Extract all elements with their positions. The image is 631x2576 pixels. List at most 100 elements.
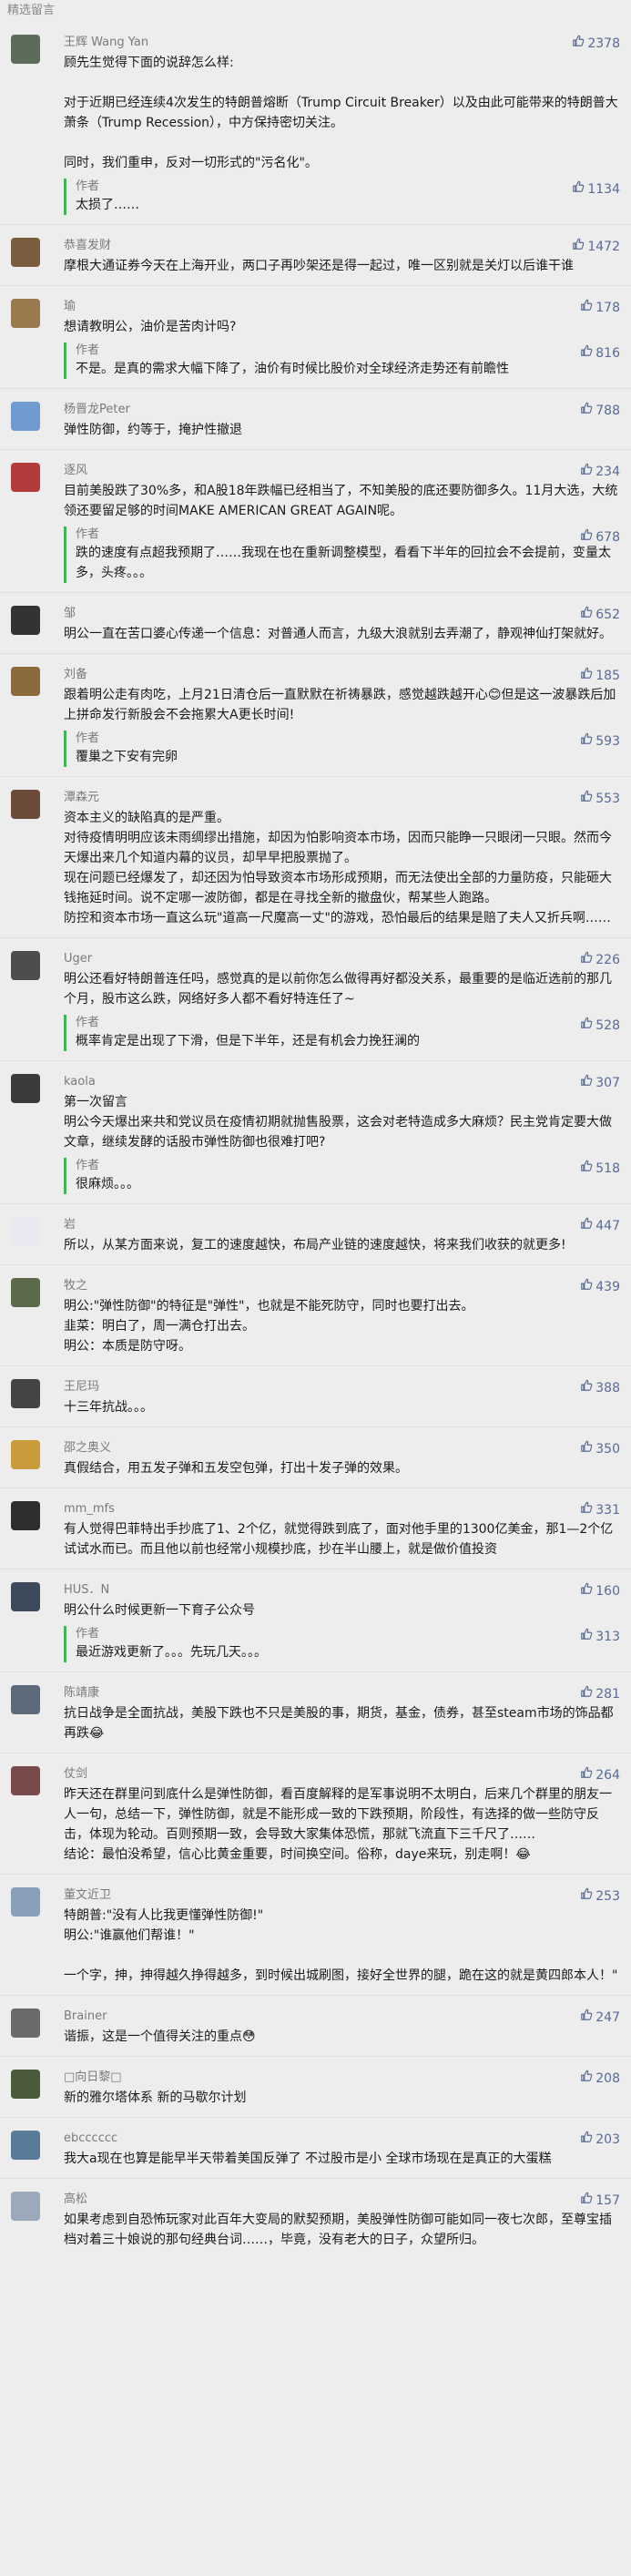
like-button[interactable]: 247	[580, 2009, 620, 2026]
avatar[interactable]	[11, 2070, 40, 2099]
avatar[interactable]	[11, 238, 40, 267]
like-button[interactable]: 203	[580, 2131, 620, 2148]
reply-like-button[interactable]: 816	[580, 344, 620, 362]
thumbs-up-icon	[580, 1887, 593, 1905]
avatar[interactable]	[11, 606, 40, 635]
avatar[interactable]	[11, 1217, 40, 1246]
like-button[interactable]: 281	[580, 1685, 620, 1702]
avatar[interactable]	[11, 1685, 40, 1714]
commenter-name: ebcccccc	[64, 2131, 118, 2145]
commenter-name: 牧之	[64, 1279, 88, 1293]
avatar[interactable]	[11, 299, 40, 328]
like-button[interactable]: 185	[580, 667, 620, 684]
comment-item: 逐风 234 目前美股跌了30%多，和A股18年跌幅已经相当了，不知美股的底还要防御…	[0, 449, 631, 592]
like-button[interactable]: 264	[580, 1766, 620, 1784]
reply-author-label: 作者	[76, 731, 100, 745]
like-button[interactable]: 226	[580, 951, 620, 968]
comment-item: 仗剑 264 昨天还在群里问到底什么是弹性防御，看百度解释的是军事说明不太明白，后来…	[0, 1753, 631, 1874]
comment-text: 特朗普:"没有人比我更懂弹性防御!" 明公:"谁赢他们帮谁！" 一个字，抻，抻得…	[64, 1908, 618, 1983]
reply-text: 覆巢之下安有完卵	[76, 750, 178, 764]
comment-text: 真假结合，用五发子弹和五发空包弹，打出十发子弹的效果。	[64, 1461, 408, 1476]
reply-like-button[interactable]: 313	[580, 1628, 620, 1645]
commenter-name: 王辉 Wang Yan	[64, 36, 149, 49]
avatar[interactable]	[11, 2009, 40, 2038]
like-button[interactable]: 157	[580, 2192, 620, 2209]
like-count: 2378	[587, 36, 620, 51]
reply-author-label: 作者	[76, 1627, 100, 1641]
like-button[interactable]: 652	[580, 606, 620, 623]
commenter-name: kaola	[64, 1075, 96, 1089]
like-button[interactable]: 388	[580, 1379, 620, 1396]
reply-like-button[interactable]: 1134	[572, 180, 620, 198]
like-button[interactable]: 331	[580, 1501, 620, 1518]
like-button[interactable]: 2378	[572, 35, 620, 52]
reply-like-button[interactable]: 528	[580, 1017, 620, 1034]
like-button[interactable]: 788	[580, 402, 620, 419]
comment-text: 顾先生觉得下面的说辞怎么样: 对于近期已经连续4次发生的特朗普熔断（Trump …	[64, 56, 618, 170]
avatar[interactable]	[11, 790, 40, 819]
commenter-name: 高松	[64, 2193, 88, 2206]
comment-item: Uger 226 明公还看好特朗普连任吗，感觉真的是以前你怎么做得再好都没关系，最重…	[0, 937, 631, 1060]
thumbs-up-icon	[580, 790, 593, 807]
comment-item: 岩 447 所以，从某方面来说，复工的速度越快，布局产业链的速度越快，将来我们收获的…	[0, 1203, 631, 1264]
like-button[interactable]: 234	[580, 463, 620, 480]
like-count: 178	[595, 300, 620, 315]
avatar[interactable]	[11, 402, 40, 431]
avatar[interactable]	[11, 1379, 40, 1408]
reply-text: 跌的速度有点超我预期了……我现在也在重新调整模型，看看下半年的回拉会不会提前，变…	[76, 546, 611, 580]
like-count: 331	[595, 1502, 620, 1518]
commenter-name: 刘备	[64, 668, 88, 681]
reply-like-button[interactable]: 593	[580, 732, 620, 750]
section-header: 精选留言	[0, 0, 631, 22]
avatar[interactable]	[11, 1074, 40, 1103]
like-button[interactable]: 447	[580, 1217, 620, 1234]
like-button[interactable]: 178	[580, 299, 620, 316]
like-count: 447	[595, 1218, 620, 1233]
comment-text: 我大a现在也算是能早半天带着美国反弹了 不过股市是小 全球市场现在是真正的大蛋糕	[64, 2152, 552, 2166]
commenter-name: 潭森元	[64, 791, 100, 804]
thumbs-up-icon	[580, 1017, 593, 1034]
avatar[interactable]	[11, 1766, 40, 1795]
avatar[interactable]	[11, 1582, 40, 1611]
like-count: 208	[595, 2070, 620, 2086]
avatar[interactable]	[11, 1501, 40, 1530]
like-button[interactable]: 160	[580, 1582, 620, 1600]
avatar[interactable]	[11, 2192, 40, 2221]
commenter-name: Uger	[64, 952, 93, 966]
reply-like-count: 518	[595, 1160, 620, 1176]
like-button[interactable]: 253	[580, 1887, 620, 1905]
like-button[interactable]: 553	[580, 790, 620, 807]
avatar[interactable]	[11, 35, 40, 64]
thumbs-up-icon	[580, 528, 593, 546]
like-count: 264	[595, 1767, 620, 1783]
like-button[interactable]: 439	[580, 1278, 620, 1295]
reply-like-button[interactable]: 678	[580, 528, 620, 546]
like-button[interactable]: 307	[580, 1074, 620, 1091]
comment-text: 资本主义的缺陷真的是严重。 对待疫情明明应该未雨绸缪出措施，却因为怕影响资本市场…	[64, 811, 612, 925]
reply-like-count: 678	[595, 529, 620, 545]
reply-like-count: 528	[595, 1017, 620, 1033]
avatar[interactable]	[11, 1278, 40, 1307]
author-reply: 作者 313 最近游戏更新了。。。先玩几天。。。	[64, 1626, 620, 1662]
avatar[interactable]	[11, 1887, 40, 1917]
reply-like-count: 1134	[587, 181, 620, 197]
comments-page: 精选留言 王辉 Wang Yan 2378 顾先生觉得下面的说辞怎么样: 对于近期已…	[0, 0, 631, 2576]
like-button[interactable]: 1472	[572, 238, 620, 255]
avatar[interactable]	[11, 667, 40, 696]
thumbs-up-icon	[580, 2070, 593, 2087]
avatar[interactable]	[11, 2131, 40, 2160]
commenter-name: 岩	[64, 1218, 76, 1232]
comment-text: 所以，从某方面来说，复工的速度越快，布局产业链的速度越快，将来我们收获的就更多!	[64, 1238, 566, 1252]
thumbs-up-icon	[580, 344, 593, 362]
commenter-name: Brainer	[64, 2009, 107, 2023]
avatar[interactable]	[11, 1440, 40, 1469]
commenter-name: HUS．N	[64, 1583, 110, 1597]
like-count: 1472	[587, 239, 620, 254]
thumbs-up-icon	[580, 732, 593, 750]
avatar[interactable]	[11, 463, 40, 492]
like-button[interactable]: 350	[580, 1440, 620, 1457]
like-count: 350	[595, 1441, 620, 1457]
avatar[interactable]	[11, 951, 40, 980]
like-button[interactable]: 208	[580, 2070, 620, 2087]
reply-like-button[interactable]: 518	[580, 1160, 620, 1177]
